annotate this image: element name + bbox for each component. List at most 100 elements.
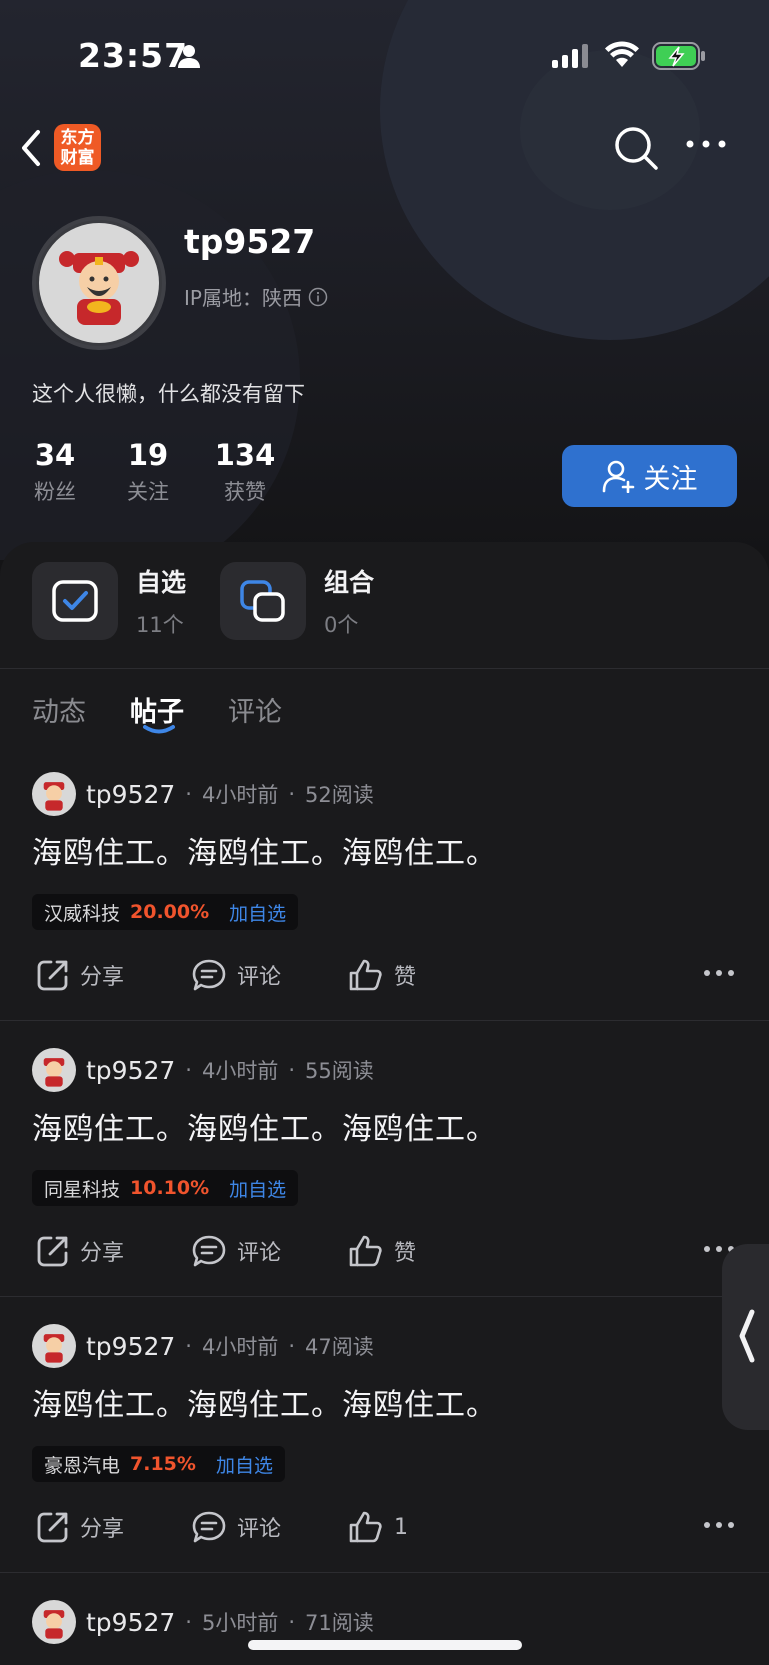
tab-comments[interactable]: 评论 <box>228 690 282 729</box>
add-user-icon <box>602 460 634 493</box>
watchlist-card[interactable]: 自选 11个 <box>32 562 186 640</box>
post-text[interactable]: 海鸥住工。海鸥住工。海鸥住工。 <box>32 828 497 872</box>
stock-name: 豪恩汽电 <box>44 1454 121 1477</box>
add-watchlist-link[interactable]: 加自选 <box>229 1175 286 1202</box>
search-icon[interactable] <box>612 124 660 172</box>
post-card[interactable]: tp9527 · 4小时前 · 47阅读 海鸥住工。海鸥住工。海鸥住工。 豪恩汽… <box>0 1314 769 1590</box>
post-reads: 52阅读 <box>305 783 374 807</box>
info-icon[interactable] <box>308 287 328 307</box>
logo-line-2: 财富 <box>60 147 95 168</box>
post-dot: · <box>288 782 296 806</box>
post-reads: 47阅读 <box>305 1335 374 1359</box>
post-card[interactable]: tp9527 · 4小时前 · 55阅读 海鸥住工。海鸥住工。海鸥住工。 同星科… <box>0 1038 769 1314</box>
home-indicator[interactable] <box>248 1640 522 1650</box>
comment-label: 评论 <box>237 1517 282 1542</box>
stock-change: 20.00% <box>130 901 210 923</box>
follow-button[interactable]: 关注 <box>562 445 737 507</box>
ip-location-label: IP属地：陕西 <box>184 286 302 310</box>
post-time: 5小时前 <box>201 1611 279 1635</box>
post-dot: · <box>185 1334 192 1358</box>
thumbs-up-icon <box>349 1511 382 1543</box>
post-time: 4小时前 <box>201 1335 279 1359</box>
post-time: 4小时前 <box>201 783 279 807</box>
thumbs-up-icon <box>349 1235 382 1267</box>
post-more-icon[interactable] <box>704 970 734 976</box>
stock-name: 同星科技 <box>44 1178 121 1201</box>
share-button[interactable]: 分享 <box>36 958 124 992</box>
stock-tag[interactable]: 豪恩汽电 7.15% 加自选 <box>32 1446 285 1482</box>
add-watchlist-link[interactable]: 加自选 <box>216 1451 273 1478</box>
stat-following[interactable]: 19 关注 <box>123 438 173 506</box>
stock-tag[interactable]: 同星科技 10.10% 加自选 <box>32 1170 299 1206</box>
portfolio-icon <box>240 580 285 622</box>
portfolio-card[interactable]: 组合 0个 <box>220 562 374 640</box>
follow-label: 关注 <box>643 463 698 495</box>
add-watchlist-link[interactable]: 加自选 <box>229 899 286 926</box>
comment-button[interactable]: 评论 <box>191 1510 281 1544</box>
comment-button[interactable]: 评论 <box>191 1234 281 1268</box>
post-username[interactable]: tp9527 <box>86 780 175 809</box>
comment-label: 评论 <box>237 965 282 990</box>
thumbs-up-icon <box>349 959 382 991</box>
post-username[interactable]: tp9527 <box>86 1608 175 1637</box>
comment-icon <box>192 1511 226 1543</box>
caishen-avatar-image <box>43 1334 65 1363</box>
post-reads: 55阅读 <box>305 1059 374 1083</box>
comment-button[interactable]: 评论 <box>191 958 281 992</box>
post-username[interactable]: tp9527 <box>86 1056 175 1085</box>
stat-value: 19 <box>127 438 169 472</box>
post-avatar[interactable] <box>32 1048 76 1092</box>
share-button[interactable]: 分享 <box>36 1510 124 1544</box>
divider <box>0 1020 769 1021</box>
status-time: 23:57 <box>78 36 189 75</box>
person-icon <box>178 45 200 68</box>
post-dot: · <box>185 1610 192 1634</box>
post-dot: · <box>185 1058 192 1082</box>
stat-label: 获赞 <box>224 480 266 504</box>
share-button[interactable]: 分享 <box>36 1234 124 1268</box>
like-label: 赞 <box>394 1241 417 1266</box>
post-text[interactable]: 海鸥住工。海鸥住工。海鸥住工。 <box>32 1104 497 1148</box>
ip-location: IP属地：陕西 <box>184 282 328 311</box>
card-subtitle: 11个 <box>136 613 184 637</box>
like-count: 1 <box>394 1514 408 1540</box>
chevron-left-icon <box>739 1309 755 1363</box>
watchlist-check-icon <box>52 580 98 622</box>
like-button[interactable]: 赞 <box>348 958 416 992</box>
stat-label: 关注 <box>127 480 169 504</box>
stock-change: 7.15% <box>130 1453 196 1475</box>
stat-value: 134 <box>214 438 276 472</box>
post-text[interactable]: 海鸥住工。海鸥住工。海鸥住工。 <box>32 1380 497 1424</box>
share-icon <box>37 1236 68 1267</box>
like-button[interactable]: 赞 <box>348 1234 416 1268</box>
like-button[interactable]: 1 <box>348 1510 408 1544</box>
post-dot: · <box>185 782 192 806</box>
post-card[interactable]: tp9527 · 5小时前 · 71阅读 <box>0 1590 769 1665</box>
post-reads: 71阅读 <box>305 1611 374 1635</box>
stat-fans[interactable]: 34 粉丝 <box>30 438 80 506</box>
post-avatar[interactable] <box>32 772 76 816</box>
caishen-avatar-image <box>59 251 139 325</box>
post-more-icon[interactable] <box>704 1522 734 1528</box>
back-chevron-icon[interactable] <box>20 128 42 168</box>
caishen-avatar-image <box>43 782 65 811</box>
post-card[interactable]: tp9527 · 4小时前 · 52阅读 海鸥住工。海鸥住工。海鸥住工。 汉威科… <box>0 762 769 1038</box>
profile-avatar[interactable] <box>32 216 166 350</box>
eastmoney-logo[interactable]: 东方 财富 <box>54 124 101 171</box>
logo-line-1: 东方 <box>60 127 95 148</box>
tab-activity[interactable]: 动态 <box>32 690 86 729</box>
comment-icon <box>192 959 226 991</box>
cellular-signal-icon <box>552 44 588 68</box>
stat-likes[interactable]: 134 获赞 <box>212 438 278 506</box>
like-label: 赞 <box>394 965 417 990</box>
more-options-icon[interactable] <box>686 140 726 148</box>
side-panel-handle[interactable] <box>722 1244 769 1430</box>
post-avatar[interactable] <box>32 1600 76 1644</box>
post-avatar[interactable] <box>32 1324 76 1368</box>
comment-label: 评论 <box>237 1241 282 1266</box>
stock-change: 10.10% <box>130 1177 210 1199</box>
stock-tag[interactable]: 汉威科技 20.00% 加自选 <box>32 894 299 930</box>
active-tab-indicator <box>143 725 175 734</box>
comment-icon <box>192 1235 226 1267</box>
post-username[interactable]: tp9527 <box>86 1332 175 1361</box>
